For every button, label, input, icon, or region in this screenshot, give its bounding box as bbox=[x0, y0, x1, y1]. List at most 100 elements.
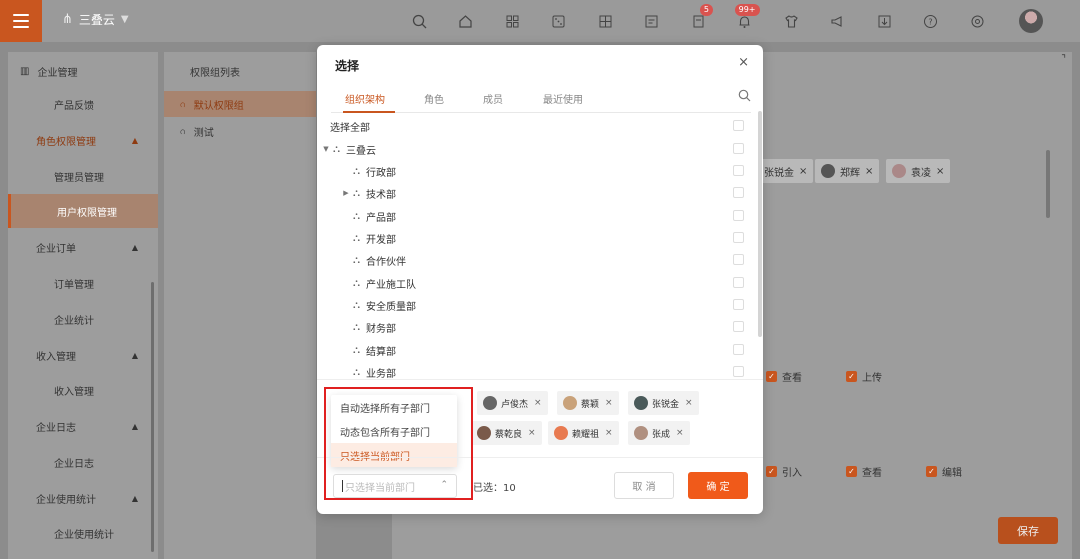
member-chip[interactable]: 袁凌 × bbox=[886, 159, 951, 183]
sidebar-item-order-management[interactable]: 订单管理 bbox=[8, 266, 158, 300]
sidebar-item-usage-stats[interactable]: 企业使用统计 bbox=[8, 516, 158, 550]
confirm-button[interactable]: 确 定 bbox=[688, 472, 748, 499]
cancel-button[interactable]: 取 消 bbox=[614, 472, 674, 499]
org-icon: ⛬ bbox=[353, 321, 360, 333]
caret-right-icon[interactable]: ▶ bbox=[339, 189, 353, 197]
tree-checkbox[interactable] bbox=[733, 232, 744, 243]
sidebar-group-income[interactable]: 收入管理 ▲ bbox=[8, 338, 158, 372]
close-icon[interactable]: × bbox=[676, 428, 684, 438]
app-icon[interactable] bbox=[590, 10, 620, 32]
tree-node-dept[interactable]: ⛬ 产业施工队 bbox=[317, 272, 757, 294]
tree-node-dept[interactable]: ⛬ 结算部 bbox=[317, 339, 757, 361]
close-icon[interactable]: × bbox=[865, 166, 873, 177]
task-icon[interactable]: 5 bbox=[683, 4, 713, 32]
company-switcher[interactable]: ⋔ 三叠云 ▼ bbox=[62, 11, 129, 28]
tab-members[interactable]: 成员 bbox=[483, 91, 503, 106]
close-icon[interactable]: × bbox=[685, 398, 693, 408]
grid-icon[interactable] bbox=[497, 10, 527, 32]
sidebar-item-user-permission[interactable]: 用户权限管理 bbox=[8, 194, 158, 228]
sidebar-group-logs[interactable]: 企业日志 ▲ bbox=[8, 409, 158, 443]
permission-checkbox[interactable]: ✓ 编辑 bbox=[926, 464, 962, 479]
sidebar-group-usage-stats[interactable]: 企业使用统计 ▲ bbox=[8, 481, 158, 515]
tree-scrollbar[interactable] bbox=[758, 111, 762, 337]
selected-chip[interactable]: 蔡颖 × bbox=[557, 391, 619, 415]
tree-node-dept[interactable]: ⛬ 开发部 bbox=[317, 227, 757, 249]
tree-node-dept[interactable]: ⛬ 行政部 bbox=[317, 160, 757, 182]
permission-group-item[interactable]: ဂ 默认权限组 bbox=[164, 91, 316, 117]
sidebar-item-income[interactable]: 收入管理 bbox=[8, 373, 158, 407]
close-icon[interactable]: × bbox=[799, 166, 807, 177]
permission-checkbox[interactable]: ✓ 查看 bbox=[766, 369, 802, 384]
home-icon[interactable] bbox=[451, 10, 481, 32]
tree-node-dept[interactable]: ⛬ 合作伙伴 bbox=[317, 249, 757, 271]
close-icon[interactable]: × bbox=[605, 398, 613, 408]
tree-checkbox[interactable] bbox=[733, 277, 744, 288]
select-all-checkbox[interactable] bbox=[733, 120, 744, 131]
avatar bbox=[483, 396, 497, 410]
org-icon: ⛬ bbox=[353, 299, 360, 311]
avatar bbox=[821, 164, 835, 178]
search-icon[interactable] bbox=[404, 10, 434, 32]
megaphone-icon[interactable] bbox=[823, 10, 853, 32]
dice-icon[interactable] bbox=[544, 10, 574, 32]
permission-checkbox[interactable]: ✓ 引入 bbox=[766, 464, 802, 479]
content-scrollbar[interactable] bbox=[1046, 150, 1050, 218]
tree-checkbox[interactable] bbox=[733, 254, 744, 265]
tree-checkbox[interactable] bbox=[733, 321, 744, 332]
menu-button[interactable] bbox=[0, 0, 42, 42]
tree-node-dept[interactable]: ⛬ 安全质量部 bbox=[317, 294, 757, 316]
tree-checkbox[interactable] bbox=[733, 165, 744, 176]
sidebar-group-role-permission[interactable]: 角色权限管理 ▲ bbox=[8, 123, 158, 157]
caret-down-icon[interactable]: ▼ bbox=[319, 145, 333, 153]
bell-icon[interactable]: 99+ bbox=[730, 4, 760, 32]
selected-chip[interactable]: 卢俊杰 × bbox=[477, 391, 548, 415]
sidebar-header[interactable]: ▥ 企业管理 bbox=[20, 64, 77, 79]
tree-checkbox[interactable] bbox=[733, 210, 744, 221]
member-chip[interactable]: 张锐金 × bbox=[758, 159, 814, 183]
permission-group-item[interactable]: ဂ 测试 bbox=[164, 118, 316, 144]
tab-recent[interactable]: 最近使用 bbox=[543, 91, 583, 106]
permission-group-title: 权限组列表 bbox=[190, 68, 240, 79]
tree-checkbox[interactable] bbox=[733, 187, 744, 198]
chevron-up-icon: ▲ bbox=[131, 350, 138, 360]
selected-chip[interactable]: 蔡乾良 × bbox=[471, 421, 542, 445]
close-icon[interactable]: × bbox=[936, 166, 944, 177]
search-icon[interactable] bbox=[738, 89, 751, 105]
select-all-row[interactable]: 选择全部 bbox=[317, 115, 757, 137]
tree-checkbox[interactable] bbox=[733, 344, 744, 355]
save-button[interactable]: 保存 bbox=[998, 517, 1058, 544]
tree-node-dept[interactable]: ▶ ⛬ 技术部 bbox=[317, 182, 757, 204]
permission-checkbox[interactable]: ✓ 上传 bbox=[846, 369, 882, 384]
shirt-icon[interactable] bbox=[776, 10, 806, 32]
close-icon[interactable]: × bbox=[605, 428, 613, 438]
settings-icon[interactable] bbox=[962, 10, 992, 32]
sidebar-item-enterprise-stats[interactable]: 企业统计 bbox=[8, 302, 158, 336]
help-icon[interactable]: ? bbox=[916, 10, 946, 32]
tab-org-structure[interactable]: 组织架构 bbox=[345, 91, 385, 106]
sidebar-item-logs[interactable]: 企业日志 bbox=[8, 445, 158, 479]
sidebar-item-admin[interactable]: 管理员管理 bbox=[8, 159, 158, 193]
form-icon[interactable] bbox=[637, 10, 667, 32]
tree-checkbox[interactable] bbox=[733, 299, 744, 310]
close-icon[interactable]: × bbox=[528, 428, 536, 438]
tree-node-dept[interactable]: ⛬ 产品部 bbox=[317, 205, 757, 227]
member-chip[interactable]: 郑辉 × bbox=[815, 159, 880, 183]
selected-chip[interactable]: 张成 × bbox=[628, 421, 690, 445]
selected-chip[interactable]: 张锐金 × bbox=[628, 391, 699, 415]
tree-checkbox[interactable] bbox=[733, 366, 744, 377]
tree-node-root[interactable]: ▼ ⛬ 三叠云 bbox=[317, 138, 757, 160]
selected-chip[interactable]: 赖耀祖 × bbox=[548, 421, 619, 445]
download-icon[interactable] bbox=[869, 10, 899, 32]
user-avatar[interactable] bbox=[1019, 9, 1043, 33]
collapse-icon[interactable]: ⌝ bbox=[1061, 54, 1066, 65]
tab-roles[interactable]: 角色 bbox=[424, 91, 444, 106]
tree-checkbox[interactable] bbox=[733, 143, 744, 154]
close-icon[interactable]: × bbox=[738, 55, 749, 70]
tree-node-dept[interactable]: ⛬ 财务部 bbox=[317, 316, 757, 338]
annotation-highlight-box bbox=[324, 387, 473, 500]
sidebar-group-orders[interactable]: 企业订单 ▲ bbox=[8, 230, 158, 264]
close-icon[interactable]: × bbox=[534, 398, 542, 408]
sidebar-item-product-feedback[interactable]: 产品反馈 bbox=[8, 87, 158, 121]
permission-checkbox[interactable]: ✓ 查看 bbox=[846, 464, 882, 479]
sidebar-scrollbar[interactable] bbox=[151, 282, 154, 552]
